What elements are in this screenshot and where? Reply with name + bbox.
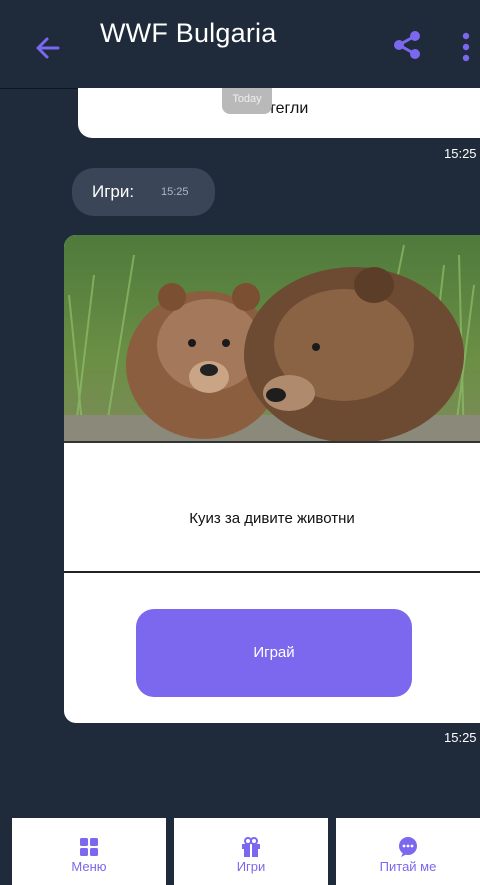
bottom-navigation: Меню Игри Питай ме — [0, 816, 480, 885]
nav-menu-label: Меню — [71, 859, 107, 874]
nav-menu[interactable]: Меню — [12, 818, 166, 885]
nav-ask-me-label: Питай ме — [379, 859, 437, 874]
more-options-button[interactable] — [456, 30, 476, 66]
chat-icon — [399, 837, 417, 857]
gift-icon — [242, 837, 260, 857]
card-time: 15:25 — [444, 730, 477, 745]
chat-area[interactable]: Изтегли Today 15:25 Игри: 15:25 Куиз за … — [0, 88, 480, 816]
nav-games-label: Игри — [236, 859, 266, 874]
share-icon — [394, 31, 420, 59]
download-message-text: Изтегли — [249, 100, 309, 117]
message-time: 15:25 — [444, 146, 477, 161]
share-button[interactable] — [390, 28, 424, 62]
games-time: 15:25 — [161, 186, 189, 198]
bears-photo — [64, 235, 480, 443]
grid-icon — [80, 838, 98, 856]
app-bar: WWF Bulgaria — [0, 0, 480, 89]
day-divider: Today — [222, 88, 272, 114]
games-message-bubble: Игри: 15:25 — [72, 168, 215, 216]
more-vertical-icon — [462, 32, 470, 62]
app-title: WWF Bulgaria — [100, 18, 277, 48]
nav-ask-me[interactable]: Питай ме — [336, 818, 480, 885]
card-divider — [64, 571, 480, 573]
play-button[interactable]: Играй — [136, 609, 412, 697]
quiz-card: Куиз за дивите животни Играй — [64, 235, 480, 723]
back-button[interactable] — [30, 30, 66, 66]
quiz-title: Куиз за дивите животни — [189, 510, 355, 527]
download-message-bubble[interactable]: Изтегли — [78, 88, 480, 138]
nav-games[interactable]: Игри — [174, 818, 328, 885]
games-label: Игри: — [92, 182, 135, 201]
arrow-left-icon — [36, 37, 60, 59]
